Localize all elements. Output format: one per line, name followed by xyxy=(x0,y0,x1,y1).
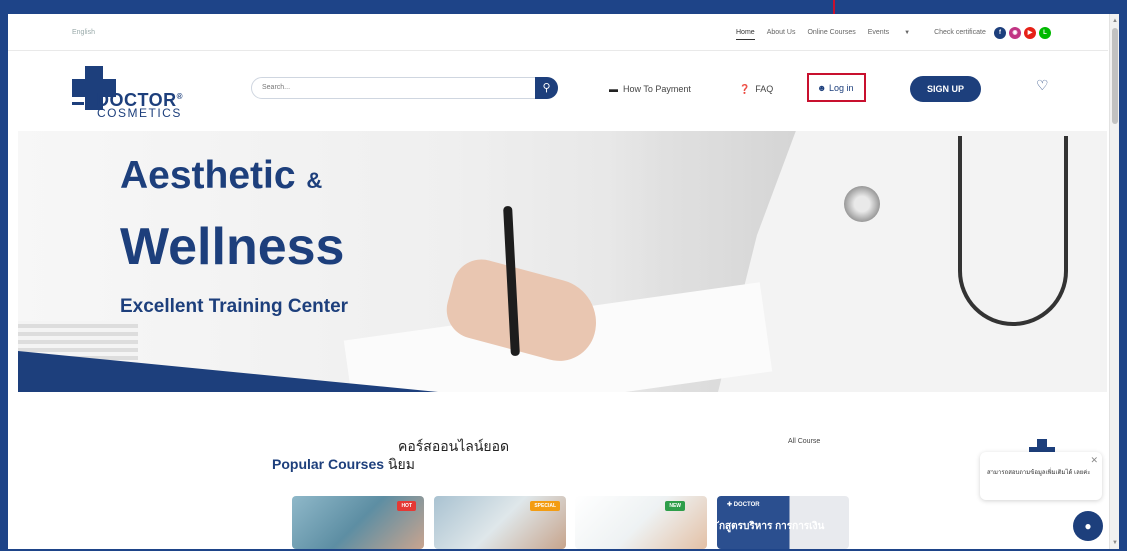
facebook-icon[interactable]: f xyxy=(994,27,1006,39)
scroll-down-icon[interactable]: ▼ xyxy=(1110,538,1119,548)
chat-bubble[interactable]: ✕ สามารถสอบถามข้อมูลเพิ่มเติมได้ เลยค่ะ xyxy=(980,452,1102,500)
top-nav-check-certificate[interactable]: Check certificate xyxy=(934,29,986,40)
hero-title-text: Aesthetic xyxy=(120,154,296,197)
scroll-thumb[interactable] xyxy=(1112,28,1118,124)
social-links: f ◉ ▶ L xyxy=(994,27,1051,39)
scrollbar[interactable]: ▲ ▼ xyxy=(1109,14,1119,549)
faq-label: FAQ xyxy=(755,84,774,94)
login-label: Log in xyxy=(829,83,854,93)
web-page: English Home About Us Online Courses Eve… xyxy=(8,14,1119,549)
courses-title-text: Popular Courses xyxy=(272,456,385,472)
stethoscope-tube-image xyxy=(958,136,1068,326)
course-card-title: ักสูตรบริหาร การการเงิน xyxy=(719,521,825,532)
top-nav: Home About Us Online Courses Events ▼ Che… xyxy=(736,29,998,40)
search-button[interactable]: ⚲ xyxy=(535,77,558,99)
line-icon[interactable]: L xyxy=(1039,27,1051,39)
card-logo-icon: ✚ DOCTOR xyxy=(727,502,760,508)
course-badge: SPECIAL xyxy=(530,501,560,511)
chat-message: สามารถสอบถามข้อมูลเพิ่มเติมได้ เลยค่ะ xyxy=(987,470,1091,476)
top-nav-events-label: Events xyxy=(867,29,890,36)
instagram-icon[interactable]: ◉ xyxy=(1009,27,1021,39)
top-nav-about-us[interactable]: About Us xyxy=(767,29,796,40)
top-nav-online-courses[interactable]: Online Courses xyxy=(807,29,855,40)
courses-thai-suffix: นิยม xyxy=(387,456,415,472)
chat-button[interactable]: ● xyxy=(1073,511,1103,541)
course-card[interactable]: HOT xyxy=(292,496,424,549)
how-to-payment-label: How To Payment xyxy=(623,84,691,94)
chat-icon: ● xyxy=(1084,519,1092,533)
search-icon: ⚲ xyxy=(542,82,551,94)
stethoscope-image xyxy=(844,186,880,222)
language-selector[interactable]: English xyxy=(72,29,95,36)
signup-button[interactable]: SIGN UP xyxy=(910,76,981,102)
close-icon[interactable]: ✕ xyxy=(1090,455,1098,466)
registered-mark-icon: ® xyxy=(176,92,184,101)
top-nav-home[interactable]: Home xyxy=(736,29,755,40)
chevron-down-icon: ▼ xyxy=(904,30,911,36)
hero-title-line2: Wellness xyxy=(120,218,345,276)
hero-subtitle: Excellent Training Center xyxy=(120,296,349,317)
hero-title-line1: Aesthetic & xyxy=(120,154,322,198)
hero-ampersand: & xyxy=(306,168,323,193)
top-bar: English Home About Us Online Courses Eve… xyxy=(8,14,1108,51)
logo-subtitle: COSMETICS xyxy=(97,106,182,120)
courses-title: Popular Courses นิยม xyxy=(272,454,415,476)
course-card[interactable]: SPECIAL xyxy=(434,496,566,549)
all-course-link[interactable]: All Course xyxy=(788,438,820,445)
course-badge: HOT xyxy=(397,501,416,511)
faq-link[interactable]: ❓ FAQ xyxy=(739,84,773,95)
user-icon: ☻ xyxy=(817,83,827,93)
course-card[interactable]: ✚ DOCTOR ักสูตรบริหาร การการเงิน xyxy=(717,496,849,549)
course-badge: NEW xyxy=(665,501,685,511)
scroll-up-icon[interactable]: ▲ xyxy=(1110,16,1119,26)
search-input[interactable]: Search... xyxy=(262,84,290,91)
course-card[interactable]: NEW xyxy=(575,496,707,549)
credit-card-icon: ▬ xyxy=(609,84,618,94)
login-link[interactable]: ☻ Log in xyxy=(817,83,854,93)
wishlist-heart-icon[interactable]: ♡ xyxy=(1036,77,1049,94)
top-nav-events[interactable]: Events ▼ xyxy=(868,29,922,40)
search-bar: Search... ⚲ xyxy=(251,77,558,99)
how-to-payment-link[interactable]: ▬ How To Payment xyxy=(609,84,691,94)
question-icon: ❓ xyxy=(739,84,751,94)
youtube-icon[interactable]: ▶ xyxy=(1024,27,1036,39)
